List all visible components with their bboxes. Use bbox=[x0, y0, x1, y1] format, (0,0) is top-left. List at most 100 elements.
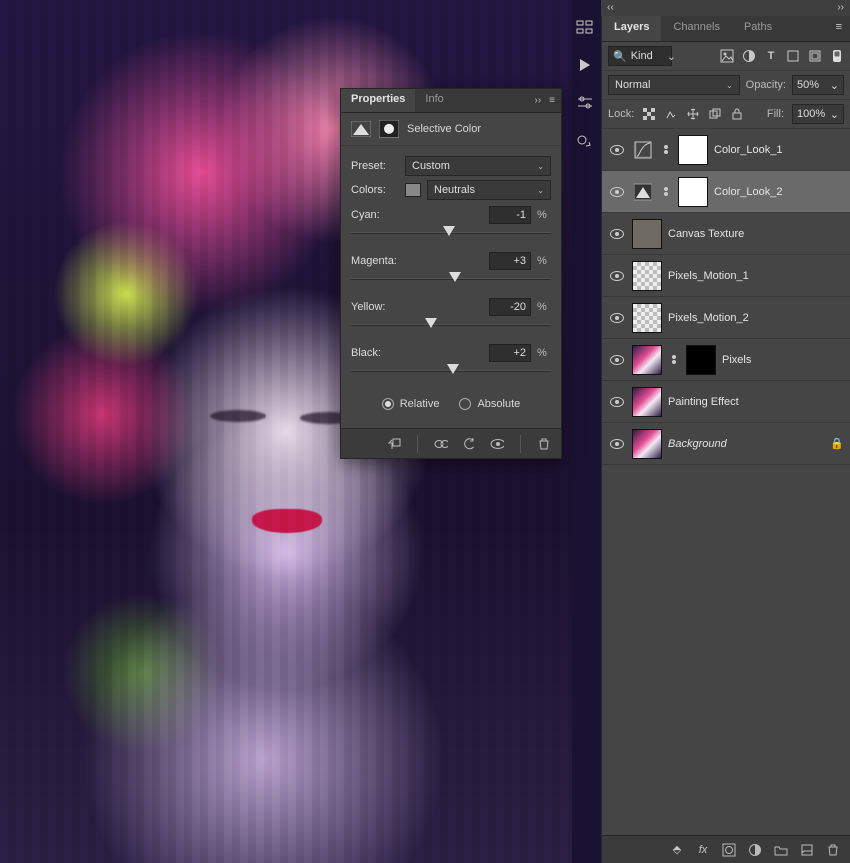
layer-thumb[interactable] bbox=[632, 261, 662, 291]
adjustments-panel-icon[interactable] bbox=[576, 94, 594, 112]
visibility-toggle[interactable] bbox=[608, 397, 626, 407]
tab-channels[interactable]: Channels bbox=[661, 16, 731, 41]
layer-row[interactable]: Painting Effect bbox=[602, 381, 850, 423]
layer-row[interactable]: Color_Look_2 bbox=[602, 171, 850, 213]
layer-name[interactable]: Pixels bbox=[722, 354, 824, 366]
layer-name[interactable]: Canvas Texture bbox=[668, 228, 824, 240]
layer-row[interactable]: Color_Look_1 bbox=[602, 129, 850, 171]
layer-row[interactable]: Canvas Texture bbox=[602, 213, 850, 255]
layer-name[interactable]: Color_Look_1 bbox=[714, 144, 824, 156]
panel-menu-icon[interactable]: ≡ bbox=[828, 16, 850, 41]
slider-cyan-value[interactable] bbox=[489, 206, 531, 224]
fx-icon[interactable]: fx bbox=[696, 843, 710, 857]
actions-panel-icon[interactable] bbox=[576, 56, 594, 74]
lock-all-icon[interactable] bbox=[730, 107, 744, 121]
slider-yellow-value[interactable] bbox=[489, 298, 531, 316]
tab-paths[interactable]: Paths bbox=[732, 16, 784, 41]
colors-value: Neutrals bbox=[434, 184, 475, 196]
mask-thumb[interactable] bbox=[678, 177, 708, 207]
filter-pixel-icon[interactable] bbox=[720, 49, 734, 63]
toggle-visibility-icon[interactable] bbox=[490, 437, 504, 451]
reset-icon[interactable] bbox=[462, 437, 476, 451]
slider-magenta-value[interactable] bbox=[489, 252, 531, 270]
new-layer-icon[interactable] bbox=[800, 843, 814, 857]
slider-magenta-track[interactable] bbox=[351, 272, 551, 286]
lock-nested-icon[interactable] bbox=[708, 107, 722, 121]
filter-shape-icon[interactable] bbox=[786, 49, 800, 63]
add-mask-icon[interactable] bbox=[722, 843, 736, 857]
slider-handle-icon[interactable] bbox=[425, 318, 437, 328]
layer-thumb[interactable] bbox=[632, 429, 662, 459]
layer-name[interactable]: Color_Look_2 bbox=[714, 186, 824, 198]
visibility-toggle[interactable] bbox=[608, 313, 626, 323]
mask-icon[interactable] bbox=[379, 121, 399, 137]
filter-smart-icon[interactable] bbox=[808, 49, 822, 63]
layer-thumb[interactable] bbox=[632, 303, 662, 333]
visibility-toggle[interactable] bbox=[608, 229, 626, 239]
tab-properties[interactable]: Properties bbox=[341, 89, 415, 112]
tab-info[interactable]: Info bbox=[415, 89, 453, 112]
collapse-icon[interactable]: ›› bbox=[534, 95, 541, 106]
link-icon[interactable] bbox=[668, 355, 680, 364]
fill-field[interactable]: 100% ⌄ bbox=[792, 104, 844, 124]
slider-black-value[interactable] bbox=[489, 344, 531, 362]
filter-kind-dropdown[interactable]: 🔍 ⌄ bbox=[608, 46, 672, 66]
adjustment-curves-icon bbox=[632, 139, 654, 161]
new-adjustment-icon[interactable] bbox=[748, 843, 762, 857]
tab-layers[interactable]: Layers bbox=[602, 16, 661, 41]
link-icon[interactable] bbox=[660, 187, 672, 196]
filter-toggle-icon[interactable] bbox=[830, 49, 844, 63]
slider-cyan-track[interactable] bbox=[351, 226, 551, 240]
slider-handle-icon[interactable] bbox=[447, 364, 459, 374]
lock-image-icon[interactable] bbox=[664, 107, 678, 121]
mask-thumb[interactable] bbox=[686, 345, 716, 375]
link-layers-icon[interactable]: ⬘ bbox=[670, 843, 684, 857]
layer-name[interactable]: Background bbox=[668, 438, 824, 450]
collapse-right-icon[interactable]: ›› bbox=[837, 2, 844, 14]
slider-handle-icon[interactable] bbox=[443, 226, 455, 236]
layer-row[interactable]: Pixels_Motion_2 bbox=[602, 297, 850, 339]
radio-bullet-icon bbox=[382, 398, 394, 410]
layer-name[interactable]: Painting Effect bbox=[668, 396, 824, 408]
lock-position-icon[interactable] bbox=[686, 107, 700, 121]
clip-to-layer-icon[interactable] bbox=[387, 437, 401, 451]
visibility-toggle[interactable] bbox=[608, 187, 626, 197]
filter-type-icon[interactable]: T bbox=[764, 49, 778, 63]
opacity-field[interactable]: 50% ⌄ bbox=[792, 75, 844, 95]
view-previous-icon[interactable] bbox=[434, 437, 448, 451]
lock-transparency-icon[interactable] bbox=[642, 107, 656, 121]
layer-thumb[interactable] bbox=[632, 387, 662, 417]
slider-handle-icon[interactable] bbox=[449, 272, 461, 282]
link-icon[interactable] bbox=[660, 145, 672, 154]
visibility-toggle[interactable] bbox=[608, 271, 626, 281]
radio-absolute[interactable]: Absolute bbox=[459, 398, 520, 410]
chevron-down-icon: ⌄ bbox=[726, 81, 733, 90]
layer-thumb[interactable] bbox=[632, 219, 662, 249]
libraries-panel-icon[interactable] bbox=[576, 132, 594, 150]
visibility-toggle[interactable] bbox=[608, 439, 626, 449]
panel-menu-icon[interactable]: ≡ bbox=[549, 95, 555, 106]
layer-row[interactable]: Pixels_Motion_1 bbox=[602, 255, 850, 297]
layer-name[interactable]: Pixels_Motion_1 bbox=[668, 270, 824, 282]
colors-dropdown[interactable]: Neutrals ⌄ bbox=[427, 180, 551, 200]
slider-yellow-track[interactable] bbox=[351, 318, 551, 332]
filter-kind-input[interactable] bbox=[631, 50, 663, 62]
layer-row[interactable]: Pixels bbox=[602, 339, 850, 381]
visibility-toggle[interactable] bbox=[608, 355, 626, 365]
radio-relative[interactable]: Relative bbox=[382, 398, 440, 410]
slider-black-track[interactable] bbox=[351, 364, 551, 378]
delete-layer-icon[interactable] bbox=[826, 843, 840, 857]
layer-list[interactable]: Color_Look_1 Color_Look_2 Canvas Texture… bbox=[602, 129, 850, 835]
layer-name[interactable]: Pixels_Motion_2 bbox=[668, 312, 824, 324]
new-group-icon[interactable] bbox=[774, 843, 788, 857]
collapse-left-icon[interactable]: ‹‹ bbox=[607, 2, 614, 14]
layer-thumb[interactable] bbox=[632, 345, 662, 375]
preset-dropdown[interactable]: Custom ⌄ bbox=[405, 156, 551, 176]
blend-mode-dropdown[interactable]: Normal ⌄ bbox=[608, 75, 740, 95]
delete-adjustment-icon[interactable] bbox=[537, 437, 551, 451]
filter-adjust-icon[interactable] bbox=[742, 49, 756, 63]
mask-thumb[interactable] bbox=[678, 135, 708, 165]
history-panel-icon[interactable] bbox=[576, 18, 594, 36]
visibility-toggle[interactable] bbox=[608, 145, 626, 155]
layer-row[interactable]: Background 🔒 bbox=[602, 423, 850, 465]
